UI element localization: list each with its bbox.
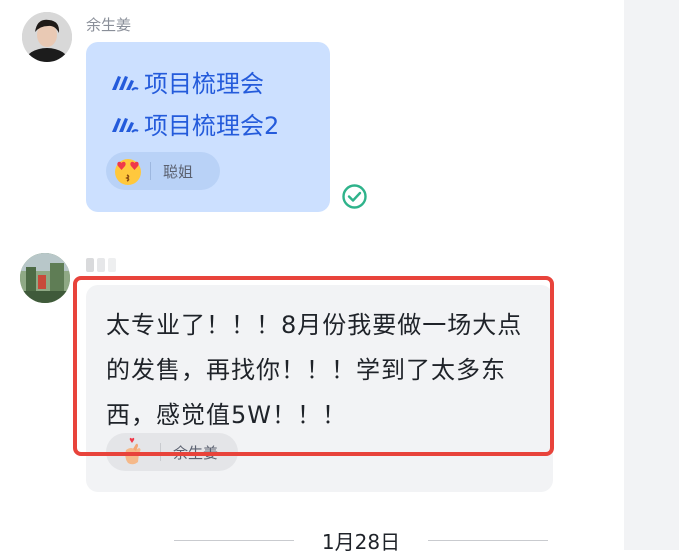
doc-icon [112, 117, 139, 133]
sender-name-redacted [86, 258, 126, 272]
read-check-icon [342, 184, 367, 209]
sender-avatar[interactable] [22, 12, 72, 62]
avatar-photo [22, 12, 72, 62]
chat-pane: 余生姜 项目梳理会 项目梳理会2 聪姐 太专业了！！！8月份我要做一场大点的发售… [0, 0, 624, 554]
doc-icon [112, 75, 139, 91]
doc-link[interactable]: 项目梳理会2 [110, 106, 279, 141]
avatar-photo [20, 253, 70, 303]
sender-avatar[interactable] [20, 253, 70, 303]
side-panel [624, 0, 679, 550]
doc-link-title: 项目梳理会 [144, 70, 264, 98]
reaction-divider [150, 162, 151, 180]
doc-link[interactable]: 项目梳理会 [110, 64, 264, 99]
date-divider: 1月28日 [118, 528, 604, 554]
divider-line [428, 539, 549, 541]
divider-line [173, 539, 294, 541]
kissing-heart-emoji [106, 152, 150, 190]
sender-name: 余生姜 [86, 16, 132, 34]
message-bubble[interactable]: 项目梳理会 项目梳理会2 聪姐 [86, 42, 330, 212]
reactor-name: 聪姐 [163, 162, 194, 181]
doc-link-title: 项目梳理会2 [144, 112, 280, 140]
date-label: 1月28日 [321, 529, 401, 554]
reaction-chip[interactable]: 聪姐 [106, 152, 220, 190]
highlight-box [73, 276, 554, 456]
